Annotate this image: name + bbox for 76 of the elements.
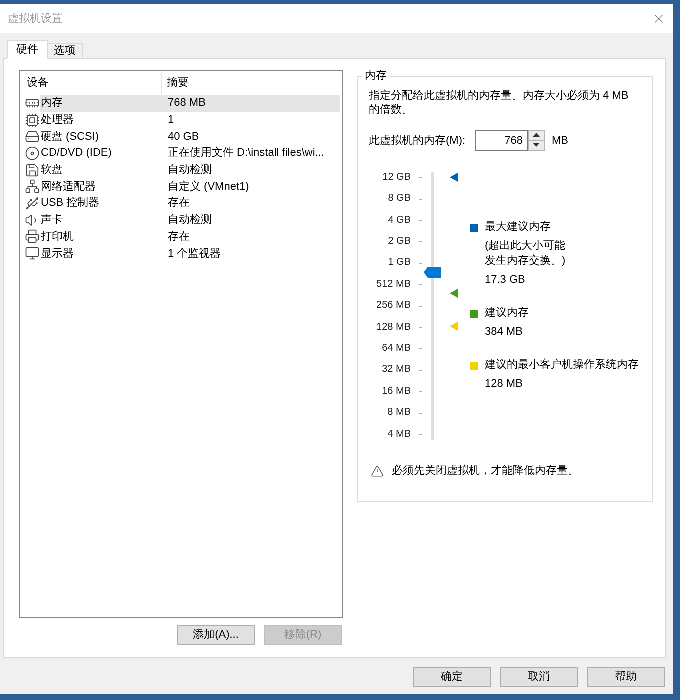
device-name: 打印机 [40,230,75,244]
hard-drive-icon [25,129,40,144]
network-icon [25,179,40,194]
legend-value: 384 MB [485,325,524,340]
caret-up-icon [533,133,540,138]
scale-label: 512 MB [376,278,411,291]
scale-label: 32 MB [382,364,411,376]
scale-label: 8 MB [388,407,411,420]
tab[interactable]: 选项 [48,43,83,59]
tick-mark [419,370,422,371]
device-name: 网络适配器 [40,180,97,194]
device-summary: 存在 [168,196,190,210]
device-summary: 自动检测 [168,213,212,228]
device-summary: 1 [168,113,174,128]
scale-label: 16 MB [382,386,411,398]
scale-label: 2 GB [388,236,411,248]
scale-label: 128 MB [376,322,411,334]
device-name: USB 控制器 [40,196,101,210]
usb-icon [25,196,40,211]
warning-text: 必须先关闭虚拟机，才能降低内存量。 [392,464,579,478]
spin-up-button[interactable] [528,130,545,140]
device-name: 内存 [40,96,64,110]
device-summary: 自动检测 [168,163,212,178]
device-row[interactable]: 内存 768 MB [40,95,340,112]
caret-down-icon [533,143,540,148]
legend-value: 17.3 GB [485,273,526,288]
legend-value: 128 MB [485,377,524,392]
tick-mark [419,284,422,286]
legend-note: (超出此大小可能发生内存交换。) [485,239,567,269]
memory-input[interactable]: 768 [475,130,528,151]
device-summary: 1 个监视器 [168,246,222,261]
device-name: 声卡 [40,213,64,228]
column-header: 设备 [20,72,162,94]
add-button[interactable]: 添加(A)... [177,625,255,645]
disc-icon [25,146,40,161]
device-name: 硬盘 (SCSI) [40,130,100,144]
monitor-icon [25,246,40,262]
scale-label: 256 MB [376,300,411,312]
warning-icon [371,464,384,478]
tab[interactable]: 硬件 [7,40,48,59]
window-title: 虚拟机设置 [8,12,63,26]
scale-label: 64 MB [382,342,411,355]
tick-mark [419,327,422,328]
memory-description: 指定分配给此虚拟机的内存量。内存大小必须为 4 MB 的倍数。 [369,90,630,117]
unit-label: MB [552,134,568,148]
device-name: 软盘 [40,163,64,178]
scale-label: 4 GB [388,214,411,227]
device-summary: 存在 [168,230,190,244]
slider-thumb[interactable] [424,266,441,278]
device-summary: 自定义 (VMnet1) [168,180,250,194]
legend-label: 建议的最小客户机操作系统内存 [485,358,639,373]
device-summary: 正在使用文件 D:\install files\wi... [168,146,324,160]
group-title: 内存 [362,69,390,83]
memory-label: 此虚拟机的内存(M): [369,134,467,148]
device-name: 处理器 [40,113,75,128]
scale-label: 8 GB [388,193,411,206]
legend-label: 建议内存 [485,306,529,321]
tick-mark [419,177,422,178]
device-name: CD/DVD (IDE) [40,146,113,160]
tick-mark [419,434,422,436]
dialog-button[interactable]: 确定 [413,667,491,687]
device-summary: 40 GB [168,130,200,144]
scale-label: 1 GB [388,257,411,270]
tick-mark [419,262,422,264]
column-header: 摘要 [166,76,189,91]
device-name: 显示器 [40,246,75,261]
spin-down-button[interactable] [528,140,545,151]
dialog-button[interactable]: 取消 [500,667,578,687]
device-summary: 768 MB [168,96,206,110]
tick-mark [419,220,422,222]
scale-label: 12 GB [382,172,411,184]
dialog-button[interactable]: 帮助 [587,667,665,687]
printer-icon [25,229,40,244]
scale-label: 4 MB [388,428,411,441]
legend-label: 最大建议内存 [485,220,551,235]
chip-icon [25,112,40,128]
